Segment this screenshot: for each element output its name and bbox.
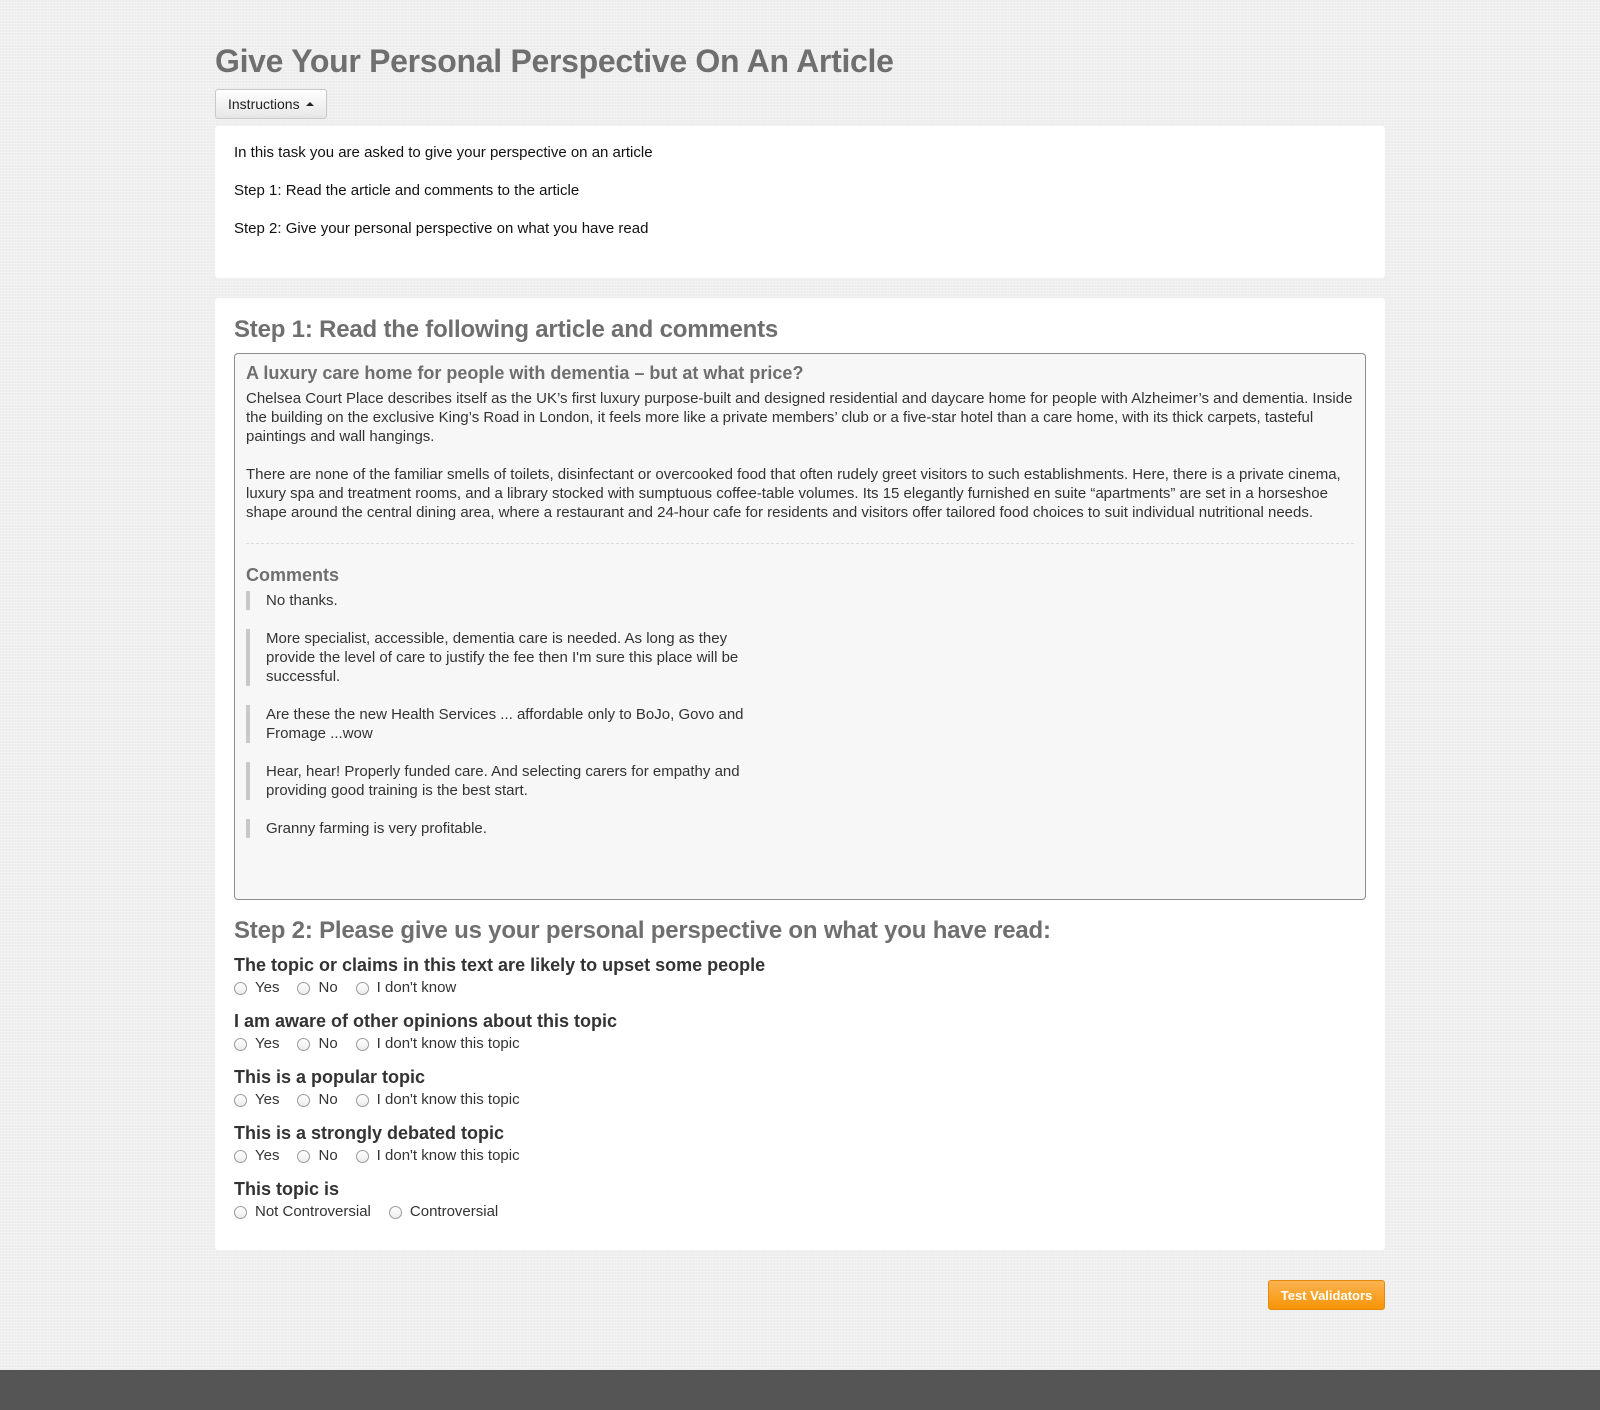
radio-option-label: Not Controversial — [255, 1203, 371, 1220]
radio-unchecked-icon[interactable] — [297, 1150, 311, 1163]
radio-unchecked-icon[interactable] — [234, 1038, 247, 1051]
instruction-line: In this task you are asked to give your … — [234, 144, 653, 161]
footer-bar — [0, 1370, 1600, 1410]
radio-unchecked-icon[interactable] — [297, 1038, 311, 1051]
radio-unchecked-icon[interactable] — [355, 1094, 369, 1107]
radio-option-no[interactable]: No — [297, 978, 338, 997]
radio-group: Not Controversial Controversial — [234, 1200, 1366, 1234]
question-label: This is a popular topic — [234, 1067, 426, 1087]
comment-item: No thanks. — [246, 591, 766, 610]
radio-unchecked-icon[interactable] — [234, 1150, 247, 1163]
question-label: This topic is — [234, 1179, 340, 1199]
comment-item: Granny farming is very profitable. — [246, 819, 766, 838]
step2-heading: Step 2: Please give us your personal per… — [234, 917, 1051, 944]
radio-option-no[interactable]: No — [297, 1146, 338, 1165]
instructions-toggle-button[interactable]: Instructions — [215, 89, 328, 119]
radio-group: Yes No I don't know this topic — [234, 1144, 1366, 1178]
article-title: A luxury care home for people with demen… — [246, 363, 804, 383]
radio-option-yes[interactable]: Yes — [234, 978, 279, 997]
step1-heading: Step 1: Read the following article and c… — [234, 316, 779, 343]
radio-unchecked-icon[interactable] — [297, 1094, 311, 1107]
article-paragraph: Chelsea Court Place describes itself as … — [246, 390, 1353, 445]
radio-unchecked-icon[interactable] — [355, 1150, 369, 1163]
article-divider — [246, 543, 1354, 544]
radio-unchecked-icon[interactable] — [355, 982, 369, 995]
question-controversial: This topic is Not Controversial Controve… — [234, 1178, 1366, 1234]
radio-group: Yes No I don't know this topic — [234, 1032, 1366, 1066]
radio-option-no[interactable]: No — [297, 1090, 338, 1109]
radio-option-yes[interactable]: Yes — [234, 1090, 279, 1109]
radio-option-label: Yes — [255, 1091, 280, 1108]
radio-option-label: No — [318, 1147, 338, 1164]
article-box[interactable]: A luxury care home for people with demen… — [234, 353, 1366, 900]
radio-option-label: I don't know this topic — [376, 1147, 520, 1164]
instructions-panel: In this task you are asked to give your … — [215, 126, 1385, 278]
radio-unchecked-icon[interactable] — [355, 1038, 369, 1051]
radio-option-dont-know-topic[interactable]: I don't know this topic — [355, 1146, 520, 1165]
radio-option-label: Yes — [255, 979, 280, 996]
question-label: The topic or claims in this text are lik… — [234, 955, 766, 975]
radio-option-label: I don't know this topic — [376, 1035, 520, 1052]
radio-option-dont-know-topic[interactable]: I don't know this topic — [355, 1034, 520, 1053]
radio-option-no[interactable]: No — [297, 1034, 338, 1053]
radio-option-label: I don't know — [376, 979, 457, 996]
questions-form: The topic or claims in this text are lik… — [234, 954, 1366, 1234]
radio-unchecked-icon[interactable] — [234, 1206, 247, 1219]
radio-group: Yes No I don't know — [234, 976, 1366, 1010]
question-debated: This is a strongly debated topic Yes No … — [234, 1122, 1366, 1178]
question-other-opinions: I am aware of other opinions about this … — [234, 1010, 1366, 1066]
test-validators-button[interactable]: Test Validators — [1268, 1280, 1385, 1310]
task-panel: Step 1: Read the following article and c… — [215, 298, 1385, 1250]
radio-unchecked-icon[interactable] — [388, 1206, 402, 1219]
radio-option-label: No — [318, 1091, 338, 1108]
radio-option-not-controversial[interactable]: Not Controversial — [234, 1202, 371, 1221]
instruction-line: Step 2: Give your personal perspective o… — [234, 220, 649, 237]
caret-up-icon — [306, 102, 315, 107]
question-upset: The topic or claims in this text are lik… — [234, 954, 1366, 1010]
radio-option-yes[interactable]: Yes — [234, 1034, 279, 1053]
question-label: This is a strongly debated topic — [234, 1123, 505, 1143]
comments-heading: Comments — [246, 565, 340, 585]
radio-option-label: I don't know this topic — [376, 1091, 520, 1108]
radio-option-yes[interactable]: Yes — [234, 1146, 279, 1165]
page-container: Give Your Personal Perspective On An Art… — [215, 0, 1385, 1310]
question-label: I am aware of other opinions about this … — [234, 1011, 618, 1031]
radio-option-label: Yes — [255, 1035, 280, 1052]
instruction-line: Step 1: Read the article and comments to… — [234, 182, 580, 199]
article-paragraph: There are none of the familiar smells of… — [246, 466, 1341, 521]
comment-item: More specialist, accessible, dementia ca… — [246, 629, 766, 686]
radio-group: Yes No I don't know this topic — [234, 1088, 1366, 1122]
radio-unchecked-icon[interactable] — [234, 1094, 247, 1107]
comment-item: Hear, hear! Properly funded care. And se… — [246, 762, 766, 800]
instructions-button-label: Instructions — [228, 96, 300, 112]
radio-option-dont-know[interactable]: I don't know — [355, 978, 457, 997]
radio-option-label: Controversial — [409, 1203, 499, 1220]
page-title: Give Your Personal Perspective On An Art… — [215, 43, 894, 79]
radio-unchecked-icon[interactable] — [234, 982, 247, 995]
radio-unchecked-icon[interactable] — [297, 982, 311, 995]
radio-option-dont-know-topic[interactable]: I don't know this topic — [355, 1090, 520, 1109]
radio-option-label: No — [318, 1035, 338, 1052]
radio-option-label: No — [318, 979, 338, 996]
radio-option-label: Yes — [255, 1147, 280, 1164]
radio-option-controversial[interactable]: Controversial — [388, 1202, 499, 1221]
comment-item: Are these the new Health Services ... af… — [246, 705, 766, 743]
question-popular: This is a popular topic Yes No I don't k… — [234, 1066, 1366, 1122]
